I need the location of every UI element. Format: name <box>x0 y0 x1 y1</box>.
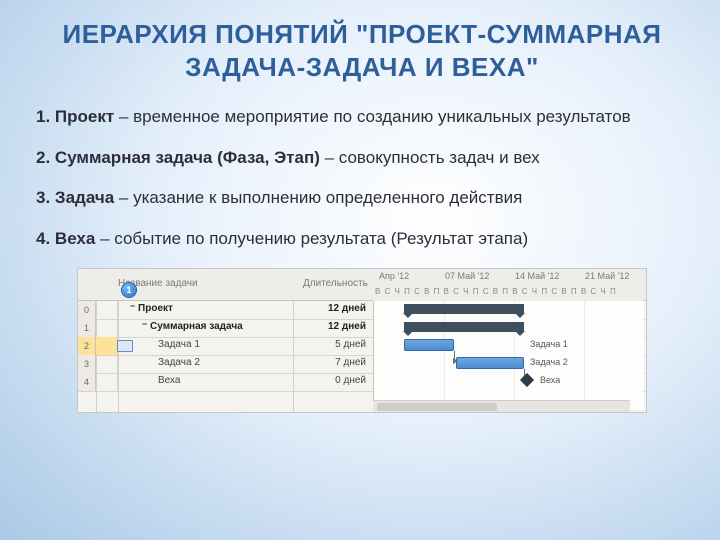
row-info-cell <box>96 301 118 319</box>
row-id[interactable]: 2 <box>78 337 96 355</box>
item-number: 1. <box>36 107 50 126</box>
task-duration: 5 дней <box>308 339 366 350</box>
gantt-label: Веха <box>540 375 560 385</box>
scrollbar-thumb[interactable] <box>377 403 497 411</box>
row-id[interactable]: 1 <box>78 319 96 337</box>
task-name: Задача 2 <box>158 357 200 368</box>
callout-badge-1: 1 <box>122 283 136 297</box>
item-term: Суммарная задача (Фаза, Этап) <box>55 148 320 167</box>
row-info-cell <box>96 373 118 391</box>
row-info-cell <box>96 355 118 373</box>
row-info-cell <box>96 319 118 337</box>
timeline-week: 21 Май '12 <box>585 271 629 281</box>
timeline-days: В С Ч П С В П В С Ч П С В П В С Ч П С В … <box>375 287 617 296</box>
gantt-gridline <box>444 301 445 410</box>
item-text: – указание к выполнению определенного де… <box>119 188 522 207</box>
item-summary-task: 2. Суммарная задача (Фаза, Этап) – совок… <box>36 146 688 171</box>
task-name: ⁻ Суммарная задача <box>142 321 243 332</box>
summary-bar-phase[interactable] <box>404 322 524 332</box>
item-term: Веха <box>55 229 95 248</box>
row-id[interactable]: 3 <box>78 355 96 373</box>
gantt-label: Задача 1 <box>530 339 568 349</box>
link-icon <box>117 340 133 352</box>
row-id[interactable]: 0 <box>78 301 96 319</box>
item-term: Проект <box>55 107 114 126</box>
task-name: ⁻ Проект <box>130 303 173 314</box>
timeline-header: Апр '12 07 Май '12 14 Май '12 21 Май '12… <box>373 269 644 301</box>
row-id[interactable]: 4 <box>78 373 96 391</box>
timeline-week: 07 Май '12 <box>445 271 489 281</box>
item-project: 1. Проект – временное мероприятие по соз… <box>36 105 688 130</box>
gantt-label: Задача 2 <box>530 357 568 367</box>
task-bar-2[interactable] <box>456 357 524 369</box>
ms-project-screenshot: Название задачи Длительность 1 Апр '12 0… <box>77 268 647 413</box>
item-number: 4. <box>36 229 50 248</box>
item-milestone: 4. Веха – событие по получению результат… <box>36 227 688 252</box>
task-bar-1[interactable] <box>404 339 454 351</box>
timeline-week: 14 Май '12 <box>515 271 559 281</box>
task-duration: 0 дней <box>308 375 366 386</box>
item-task: 3. Задача – указание к выполнению опреде… <box>36 186 688 211</box>
task-duration: 12 дней <box>308 303 366 314</box>
item-text: – совокупность задач и вех <box>325 148 540 167</box>
slide: ИЕРАРХИЯ ПОНЯТИЙ "ПРОЕКТ-СУММАРНАЯ ЗАДАЧ… <box>0 0 720 540</box>
task-duration: 7 дней <box>308 357 366 368</box>
task-duration: 12 дней <box>308 321 366 332</box>
task-name: Задача 1 <box>158 339 200 350</box>
gantt-chart: Задача 1 Задача 2 Веха <box>373 301 644 410</box>
item-term: Задача <box>55 188 114 207</box>
horizontal-scrollbar[interactable] <box>373 400 630 412</box>
item-number: 3. <box>36 188 50 207</box>
task-name: Веха <box>158 375 180 386</box>
gantt-gridline <box>584 301 585 410</box>
timeline-week: Апр '12 <box>379 271 409 281</box>
summary-bar-project[interactable] <box>404 304 524 314</box>
col-header-duration[interactable]: Длительность <box>303 278 368 289</box>
slide-title: ИЕРАРХИЯ ПОНЯТИЙ "ПРОЕКТ-СУММАРНАЯ ЗАДАЧ… <box>36 18 688 83</box>
item-number: 2. <box>36 148 50 167</box>
item-text: – событие по получению результата (Резул… <box>100 229 528 248</box>
row-info-cell <box>96 337 118 355</box>
item-text: – временное мероприятие по созданию уник… <box>119 107 631 126</box>
definition-list: 1. Проект – временное мероприятие по соз… <box>36 105 688 252</box>
